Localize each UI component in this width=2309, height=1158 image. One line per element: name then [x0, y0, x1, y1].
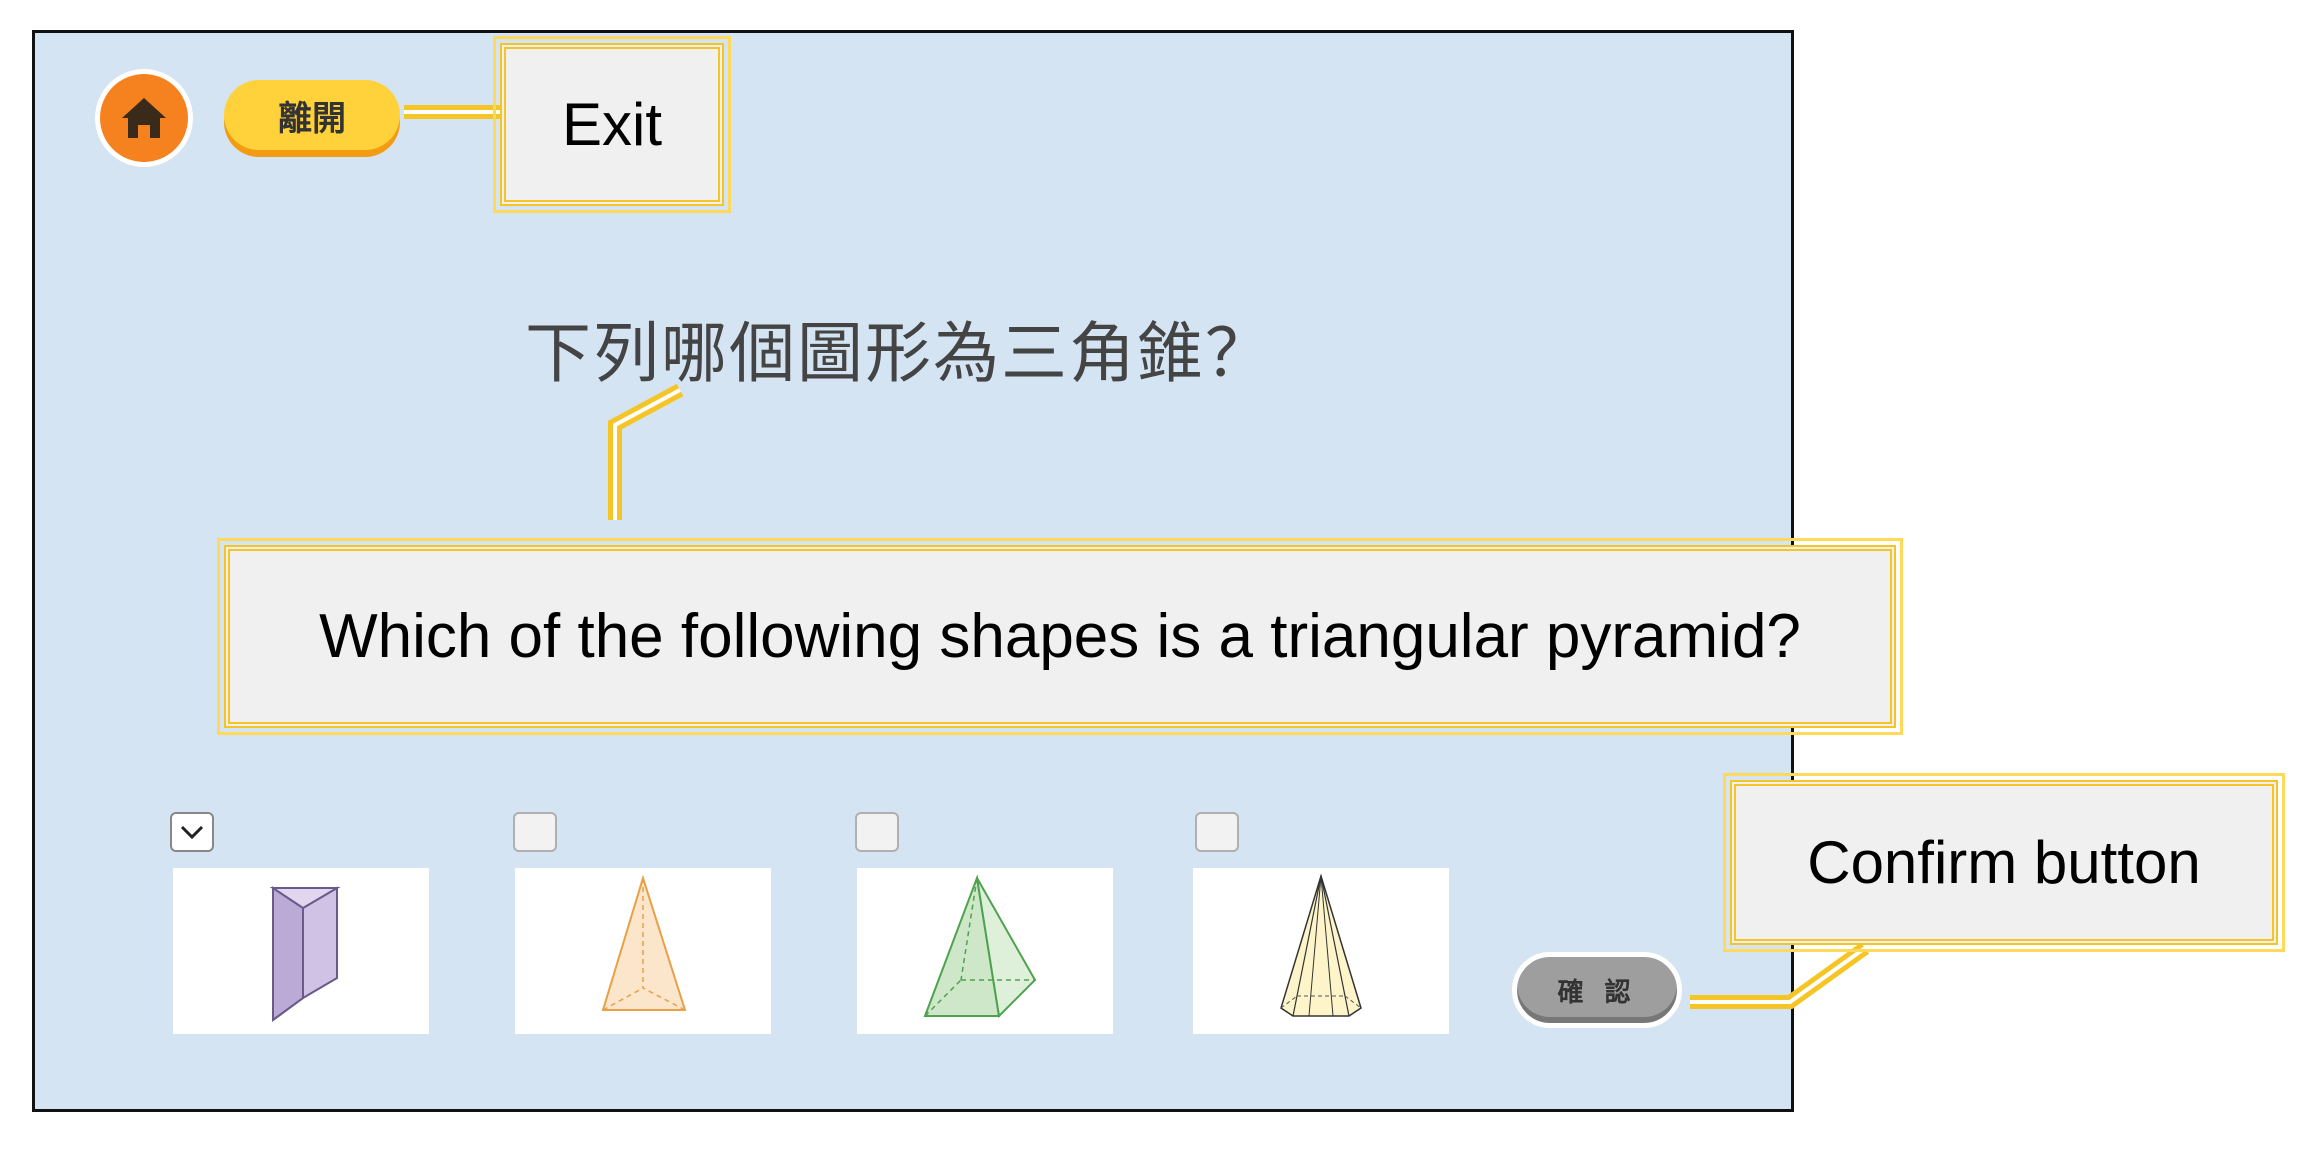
exit-annotation: Exit: [493, 36, 731, 213]
question-translation-annotation: Which of the following shapes is a trian…: [217, 538, 1903, 735]
confirm-annotation: Confirm button: [1723, 773, 2285, 952]
